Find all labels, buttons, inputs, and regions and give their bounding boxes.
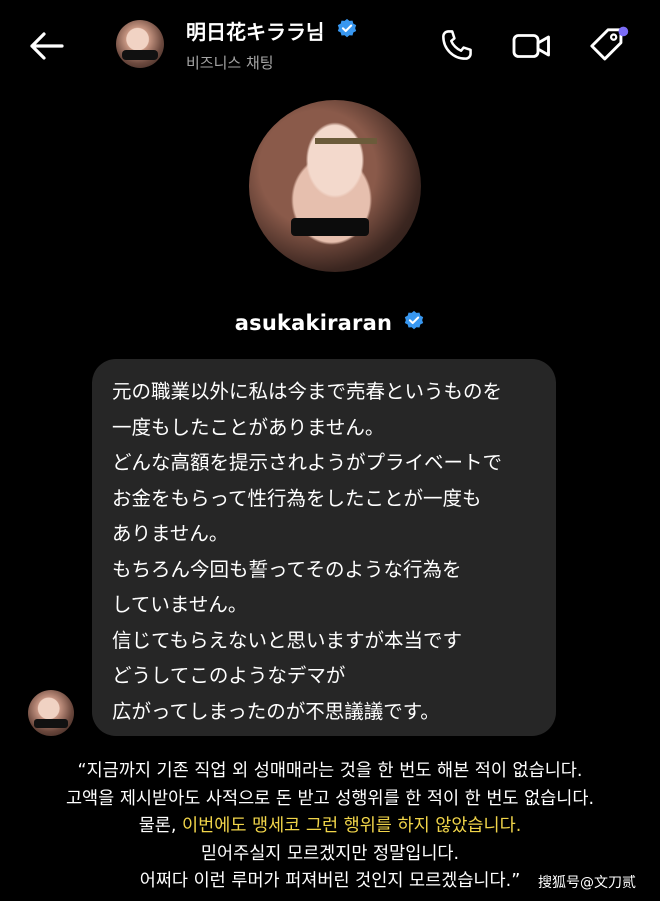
message-line: お金をもらって性行為をしたことが一度も [112, 486, 482, 510]
chat-header: 明日花キララ님 비즈니스 채팅 [0, 0, 660, 92]
label-tag-button[interactable] [586, 24, 630, 68]
choker-decoration [291, 218, 369, 236]
message-line: どんな高額を提示されようがプライベートで [112, 451, 503, 474]
translation-prefix: 물론, [138, 816, 183, 836]
translation-line: “지금까지 기존 직업 외 성매매라는 것을 한 번도 해본 적이 없습니다. [77, 761, 583, 781]
back-arrow-icon [30, 32, 64, 60]
verified-badge-icon [403, 310, 425, 336]
translation-line: 믿어주실지 모르겠지만 정말입니다. [200, 843, 460, 864]
contact-name: 明日花キララ님 [186, 20, 325, 44]
message-line: どうしてこのようなデマが [112, 664, 346, 687]
sender-avatar[interactable] [28, 690, 74, 736]
contact-name-row[interactable]: 明日花キララ님 [186, 16, 358, 45]
translation-highlight: 이번에도 맹세코 그런 행위를 하지 않았습니다. [182, 816, 522, 836]
message-line: 広がってしまったのが不思議議です。 [112, 699, 440, 723]
profile-photo[interactable] [249, 100, 421, 272]
message-line: 信じてもらえないと思いますが本当です [112, 628, 463, 652]
profile-username: asukakiraran [234, 311, 393, 335]
message-line: 一度もしたことがありません。 [112, 415, 385, 439]
message-line: していません。 [112, 593, 248, 616]
voice-call-button[interactable] [434, 24, 478, 68]
back-button[interactable] [22, 22, 70, 70]
message-line: ありません。 [112, 522, 229, 545]
phone-icon [442, 30, 472, 60]
tag-icon [590, 26, 629, 61]
profile-username-row[interactable]: asukakiraran [0, 310, 660, 336]
translation-line: 물론, 이번에도 맹세코 그런 행위를 하지 않았습니다. [0, 813, 660, 841]
verified-badge-icon [336, 18, 358, 44]
chat-type-label: 비즈니스 채팅 [186, 54, 274, 72]
message-bubble[interactable]: 元の職業以外に私は今まで売春というものを 一度もしたことがありません。 どんな高… [92, 359, 556, 736]
contact-avatar[interactable] [116, 20, 164, 68]
translation-line: 고액을 제시받아도 사적으로 돈 받고 성행위를 한 적이 한 번도 없습니다. [65, 788, 595, 809]
source-watermark: 搜狐号@文刀贰 [538, 875, 636, 891]
video-camera-icon [512, 34, 550, 58]
message-line: 元の職業以外に私は今まで売春というものを [112, 380, 503, 403]
message-line: もちろん今回も誓ってそのような行為を [112, 557, 462, 581]
video-call-button[interactable] [510, 24, 554, 68]
crown-decoration [315, 112, 377, 144]
